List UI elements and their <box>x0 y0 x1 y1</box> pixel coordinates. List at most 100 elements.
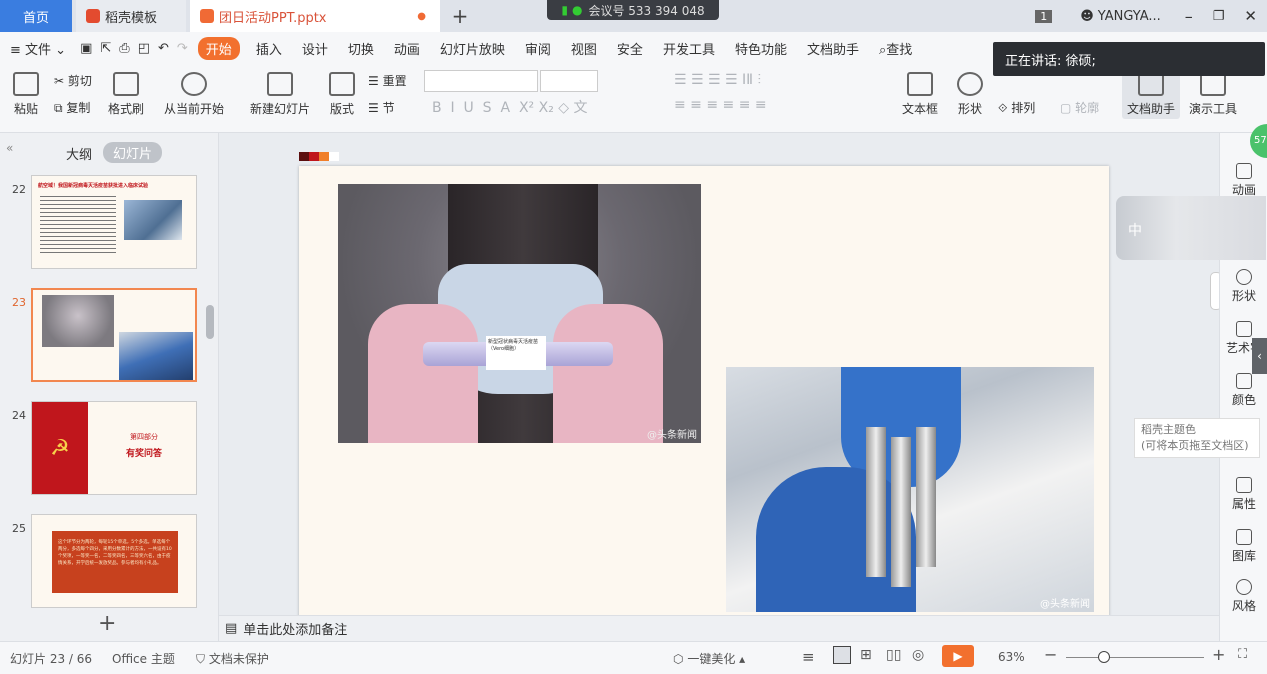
doc-assistant-button[interactable]: 文档助手 <box>1122 72 1180 119</box>
collapse-sidebar-icon[interactable]: ‹ <box>1252 338 1267 374</box>
theme-name[interactable]: Office 主题 <box>112 650 175 667</box>
vial-label: 新型冠状病毒灭活疫苗（Vero细胞） <box>486 336 546 370</box>
reset-button[interactable]: ☰ 重置 <box>368 72 407 89</box>
reading-view-icon[interactable]: ▯▯ <box>886 647 901 663</box>
wordart-icon <box>1236 321 1252 337</box>
sidebar-item-animation[interactable]: 动画 <box>1220 163 1267 198</box>
add-slide-button[interactable]: + <box>98 611 116 636</box>
redo-icon[interactable]: ↷ <box>173 41 192 56</box>
sidebar-item-style[interactable]: 风格 <box>1220 579 1267 614</box>
zoom-slider-thumb[interactable] <box>1098 651 1110 663</box>
rehearse-icon[interactable]: ◎ <box>912 647 924 663</box>
print-icon[interactable]: ⎙ <box>115 41 133 56</box>
meeting-bar[interactable]: ▮ ● 会议号 533 394 048 <box>547 0 719 20</box>
menu-insert[interactable]: 插入 <box>246 39 292 58</box>
menu-transition[interactable]: 切换 <box>338 39 384 58</box>
menu-features[interactable]: 特色功能 <box>725 39 797 58</box>
menu-review[interactable]: 审阅 <box>515 39 561 58</box>
menu-view[interactable]: 视图 <box>561 39 607 58</box>
slide-thumbnail-24[interactable]: ☭ 第四部分 有奖问答 <box>31 401 197 495</box>
arrange-button[interactable]: ⟐ 排列 <box>998 99 1035 116</box>
play-from-current-button[interactable]: 从当前开始 <box>158 72 230 117</box>
cut-button[interactable]: ✂ 剪切 <box>54 72 92 89</box>
avatar[interactable]: ☻ <box>1080 9 1094 24</box>
play-slideshow-button[interactable]: ▶ <box>942 645 974 667</box>
normal-view-icon[interactable] <box>833 646 851 664</box>
user-name[interactable]: YANGYA... <box>1098 9 1161 24</box>
format-painter-button[interactable]: 格式刷 <box>106 72 146 117</box>
font-size-select[interactable] <box>540 70 598 92</box>
shape-button[interactable]: 形状 <box>952 72 988 117</box>
align-tools[interactable]: ≡ ≡ ≡ ≡ ≡ ≡ <box>674 97 767 113</box>
notes-bar[interactable]: ▤ 单击此处添加备注 <box>219 615 1219 641</box>
export-icon[interactable]: ⇱ <box>96 41 115 56</box>
tab-template[interactable]: 稻壳模板 <box>76 0 186 32</box>
menu-security[interactable]: 安全 <box>607 39 653 58</box>
layout-button[interactable]: 版式 <box>324 72 360 117</box>
zoom-slider-track[interactable] <box>1066 657 1204 658</box>
sidebar-item-color[interactable]: 颜色 <box>1220 373 1267 408</box>
sidebar-item-properties[interactable]: 属性 <box>1220 477 1267 512</box>
tab-bar: 首页 稻壳模板 团日活动PPT.pptx ● + ▮ ● 会议号 533 394… <box>0 0 1267 32</box>
menu-slideshow[interactable]: 幻灯片放映 <box>430 39 515 58</box>
fit-window-icon[interactable]: ⛶ <box>1238 647 1247 662</box>
vaccine-photo-2[interactable]: @头条新闻 <box>726 367 1094 612</box>
arrange-icon: ⟐ <box>998 101 1008 115</box>
note-icon: ▤ <box>225 621 238 636</box>
doc-assistant-label: 文档助手 <box>1126 102 1175 116</box>
thumb-photo <box>119 332 193 380</box>
tab-outline[interactable]: 大纲 <box>66 144 92 163</box>
copy-button[interactable]: ⧉ 复制 <box>54 99 90 116</box>
zoom-out-icon[interactable]: − <box>1044 645 1057 664</box>
menu-file[interactable]: ≡ 文件 ⌄ <box>0 39 76 58</box>
slide-editor[interactable]: 新型冠状病毒灭活疫苗（Vero细胞） @头条新闻 @头条新闻 <box>299 166 1109 626</box>
new-slide-button[interactable]: 新建幻灯片 <box>244 72 316 117</box>
menu-animation[interactable]: 动画 <box>384 39 430 58</box>
search-button[interactable]: ⌕查找 <box>869 39 922 58</box>
collapse-panel-icon[interactable]: « <box>6 141 13 155</box>
sidebar-item-shape[interactable]: 形状 <box>1220 269 1267 304</box>
tab-home[interactable]: 首页 <box>0 0 72 32</box>
text-format-tools[interactable]: B I U S A X² X₂ ◇ 文 <box>432 97 587 117</box>
textbox-button[interactable]: 文本框 <box>900 72 940 117</box>
protect-status[interactable]: ⛉ 文档未保护 <box>196 650 269 667</box>
preview-icon[interactable]: ◰ <box>134 41 154 56</box>
thumb-title: 第四部分 <box>130 433 158 441</box>
tab-document[interactable]: 团日活动PPT.pptx ● <box>190 0 440 32</box>
search-label: 查找 <box>886 42 913 58</box>
close-icon[interactable]: ✕ <box>1244 7 1257 25</box>
window-count-badge[interactable]: 1 <box>1035 9 1053 23</box>
new-tab-button[interactable]: + <box>450 0 470 32</box>
mascot-widget[interactable]: 中 <box>1116 196 1266 260</box>
present-tools-button[interactable]: 演示工具 <box>1184 72 1242 117</box>
menu-start[interactable]: 开始 <box>197 36 240 60</box>
slide-thumbnail-25[interactable]: 这个环节分为两轮，每轮15个单选，5个多选。单选每个两分，多选每个四分，采用分数… <box>31 514 197 608</box>
restore-icon[interactable]: ❐ <box>1213 9 1225 24</box>
sidebar-item-gallery[interactable]: 图库 <box>1220 529 1267 564</box>
zoom-in-icon[interactable]: + <box>1212 645 1225 664</box>
notes-toggle-icon[interactable]: ≡ <box>802 648 815 666</box>
outline-button[interactable]: ▢ 轮廓 <box>1060 99 1099 116</box>
menu-developer[interactable]: 开发工具 <box>653 39 725 58</box>
outline-label: 轮廓 <box>1075 101 1100 115</box>
panel-scrollbar[interactable] <box>206 305 214 339</box>
beautify-button[interactable]: ⬡ 一键美化 ▴ <box>673 650 745 667</box>
menu-doc-assistant[interactable]: 文档助手 <box>797 39 869 58</box>
window-controls: 1 ☻ YANGYA... – ❐ ✕ <box>1035 0 1267 32</box>
paste-icon <box>13 72 39 96</box>
tab-slides[interactable]: 幻灯片 <box>103 142 163 163</box>
grid-view-icon[interactable]: ⊞ <box>860 647 872 663</box>
section-button[interactable]: ☰ 节 <box>368 99 395 116</box>
font-family-select[interactable] <box>424 70 538 92</box>
paste-button[interactable]: 粘贴 <box>8 72 44 117</box>
menu-design[interactable]: 设计 <box>292 39 338 58</box>
slide-thumbnail-22[interactable]: 航空域！我国新冠病毒灭活疫苗获批进入临床试验 <box>31 175 197 269</box>
vaccine-photo-1[interactable]: 新型冠状病毒灭活疫苗（Vero细胞） @头条新闻 <box>338 184 701 443</box>
save-icon[interactable]: ▣ <box>76 41 96 56</box>
undo-icon[interactable]: ↶ <box>154 41 173 56</box>
zoom-level[interactable]: 63% <box>998 650 1025 664</box>
notes-placeholder: 单击此处添加备注 <box>243 623 348 638</box>
paragraph-tools[interactable]: ☰ ☰ ☰ ☰ ⅠⅡ ⫶ <box>674 72 761 88</box>
slide-thumbnail-23[interactable] <box>31 288 197 382</box>
minimize-icon[interactable]: – <box>1185 7 1193 26</box>
